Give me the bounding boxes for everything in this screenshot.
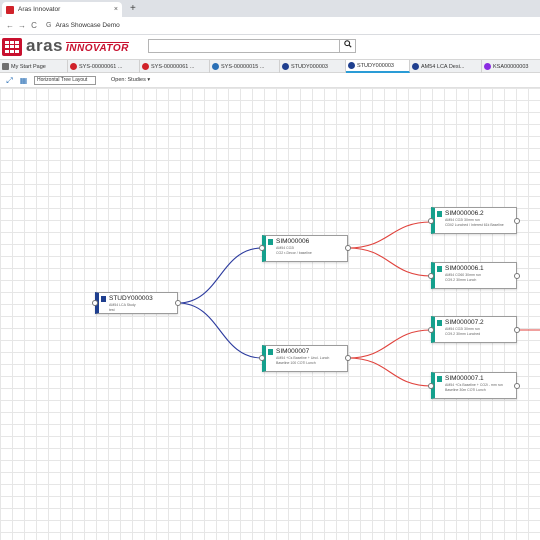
- node-subtitle-2: CO9.2 30mm Lunch: [445, 278, 477, 282]
- node-sim6[interactable]: SIM000006 AM54 CO2i CO2 r-Decor / baseli…: [262, 235, 348, 262]
- node-port[interactable]: [345, 355, 351, 361]
- node-subtitle: AM54 LCA Study: [109, 303, 136, 307]
- node-sim62[interactable]: SIM000006.2 AM54 CO2i 30mm run CDIi2 Lun…: [431, 207, 517, 234]
- connector-study-sim6: [177, 247, 263, 304]
- node-title: SIM000006.1: [445, 265, 484, 272]
- study-icon: [101, 296, 106, 302]
- node-subtitle: AM54 +Cs Baseline + Uncl. Lunch: [276, 356, 330, 360]
- node-title: SIM000006.2: [445, 210, 484, 217]
- node-port[interactable]: [175, 300, 181, 306]
- connector-sim7-sim72: [347, 329, 432, 359]
- node-sim71[interactable]: SIM000007.1 AM54 +Cs Baseline + CO2i - m…: [431, 372, 517, 399]
- simulation-icon: [437, 320, 442, 326]
- node-subtitle-2: test: [109, 308, 115, 312]
- node-sim7[interactable]: SIM000007 AM54 +Cs Baseline + Uncl. Lunc…: [262, 345, 348, 372]
- node-port[interactable]: [428, 327, 434, 333]
- node-subtitle-2: CDIi2 Lunched / Interest 61k Baseline: [445, 223, 504, 227]
- node-title: SIM000007.1: [445, 375, 484, 382]
- node-port[interactable]: [345, 245, 351, 251]
- connector-sim6-sim62: [347, 221, 432, 249]
- simulation-icon: [437, 266, 442, 272]
- node-port[interactable]: [514, 273, 520, 279]
- node-sim61[interactable]: SIM000006.1 AM54 CO60 30mm run CO9.2 30m…: [431, 262, 517, 289]
- node-port[interactable]: [428, 273, 434, 279]
- node-subtitle: AM54 +Cs Baseline + CO2i - mm run: [445, 383, 503, 387]
- node-port[interactable]: [514, 218, 520, 224]
- simulation-icon: [268, 349, 273, 355]
- node-title: SIM000007.2: [445, 319, 484, 326]
- node-study[interactable]: STUDY000003 AM54 LCA Study test: [95, 292, 178, 314]
- node-subtitle-2: CO2 r-Decor / baseline: [276, 251, 312, 255]
- node-port[interactable]: [259, 245, 265, 251]
- simulation-icon: [268, 239, 273, 245]
- node-subtitle: AM54 CO60 30mm run: [445, 273, 481, 277]
- simulation-icon: [437, 211, 442, 217]
- node-port[interactable]: [428, 383, 434, 389]
- node-sim72[interactable]: SIM000007.2 AM54 CO2i 30mm run CO9.2 30m…: [431, 316, 517, 343]
- node-title: STUDY000003: [109, 295, 153, 302]
- node-subtitle: AM54 CO2i: [276, 246, 295, 250]
- connector-sim7-sim71: [347, 357, 432, 387]
- node-port[interactable]: [428, 218, 434, 224]
- node-subtitle: AM54 CO2i 30mm run: [445, 218, 480, 222]
- node-subtitle-2: Baseline 30m COTi Lunch: [445, 388, 486, 392]
- node-title: SIM000007: [276, 348, 310, 355]
- node-port[interactable]: [92, 300, 98, 306]
- node-subtitle-2: CO9.2 30mm Lunched: [445, 332, 481, 336]
- node-port[interactable]: [259, 355, 265, 361]
- node-port[interactable]: [514, 327, 520, 333]
- connector-sim6-sim61: [347, 247, 432, 277]
- node-subtitle: AM54 CO2i 30mm run: [445, 327, 480, 331]
- simulation-icon: [437, 376, 442, 382]
- node-title: SIM000006: [276, 238, 310, 245]
- connector-study-sim7: [177, 302, 263, 359]
- node-subtitle-2: Baseline 100 COTi Lunch: [276, 361, 316, 365]
- node-port[interactable]: [514, 383, 520, 389]
